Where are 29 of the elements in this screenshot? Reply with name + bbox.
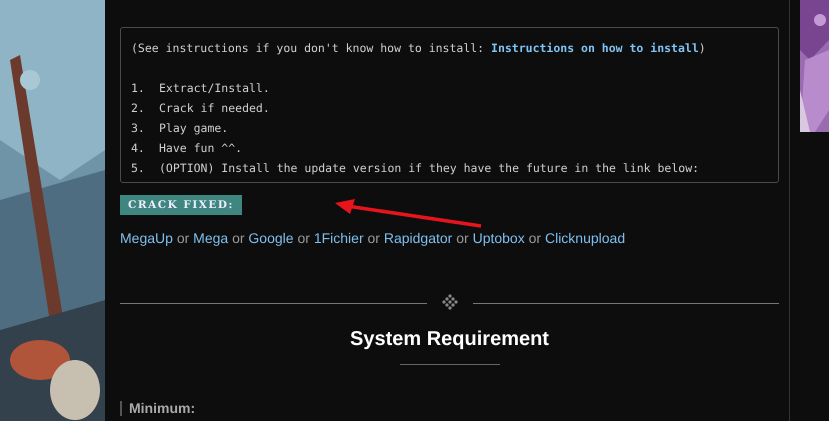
step-number: 1. bbox=[131, 80, 146, 97]
step-number: 5. bbox=[131, 160, 146, 177]
crack-fixed-label: CRACK FIXED: bbox=[120, 195, 242, 215]
download-link[interactable]: Clicknupload bbox=[544, 230, 626, 246]
instructions-link[interactable]: Instructions on how to install bbox=[491, 41, 699, 55]
step-text: Crack if needed. bbox=[159, 100, 270, 117]
step-number: 2. bbox=[131, 100, 146, 117]
separator-text: or bbox=[232, 230, 245, 246]
separator-text: or bbox=[297, 230, 310, 246]
download-link[interactable]: Rapidgator bbox=[384, 230, 452, 246]
step-number: 3. bbox=[131, 120, 146, 137]
download-link[interactable]: Mega bbox=[193, 230, 228, 246]
download-link[interactable]: MegaUp bbox=[120, 230, 173, 246]
step-text: Extract/Install. bbox=[159, 80, 270, 97]
download-link[interactable]: Google bbox=[248, 230, 294, 246]
separator-text: or bbox=[528, 230, 542, 246]
download-link[interactable]: Uptobox bbox=[472, 230, 525, 246]
step-text: Have fun ^^. bbox=[159, 140, 242, 157]
section-title: System Requirement bbox=[349, 327, 550, 352]
step-number: 4. bbox=[131, 140, 146, 157]
minimum-label: Minimum: bbox=[120, 401, 779, 416]
download-link[interactable]: 1Fichier bbox=[314, 230, 364, 246]
install-note: (See instructions if you don't know how to install: Instructions on how to install) bbox=[131, 40, 707, 57]
diamond-ornament-icon bbox=[440, 294, 458, 312]
separator-text: or bbox=[176, 230, 190, 246]
step-text: Play game. bbox=[159, 120, 228, 137]
separator-text: or bbox=[456, 230, 469, 246]
separator-text: or bbox=[368, 230, 380, 246]
step-text: (OPTION) Install the update version if they have the future in the link below: bbox=[159, 160, 700, 177]
